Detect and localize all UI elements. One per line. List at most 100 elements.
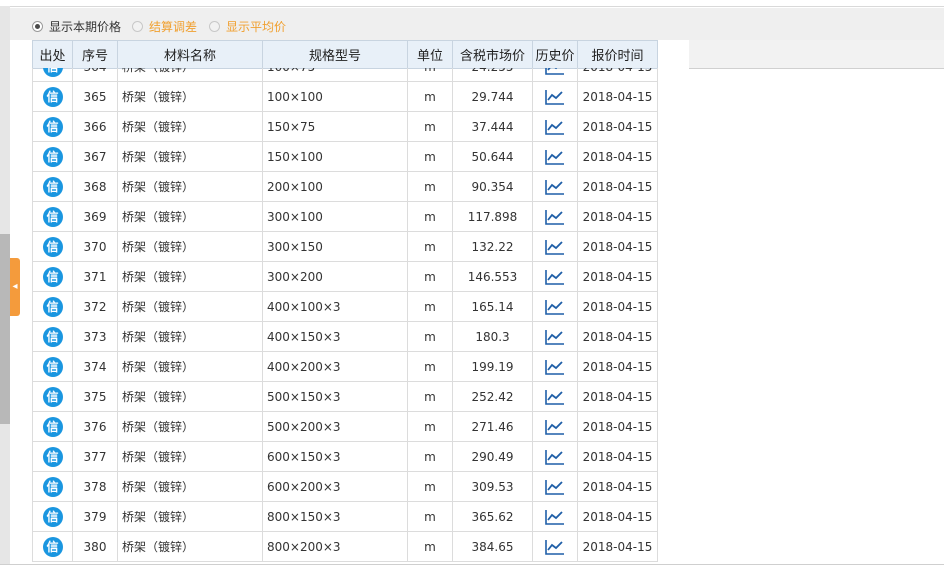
line-chart-icon[interactable] <box>545 119 565 135</box>
date-cell: 2018-04-15 <box>577 81 658 112</box>
price-cell: 384.65 <box>452 531 533 562</box>
table-row[interactable]: 信 364桥架（镀锌）100×75m24.255 2018-04-15 <box>32 68 658 82</box>
panel-toggle-chevron-left-icon[interactable]: ◂ <box>10 258 20 316</box>
option-average-price[interactable]: 显示平均价 <box>209 18 286 34</box>
date-cell: 2018-04-15 <box>577 141 658 172</box>
info-source-icon[interactable]: 信 <box>42 386 63 407</box>
option-current-price[interactable]: 显示本期价格 <box>32 18 121 34</box>
line-chart-icon[interactable] <box>545 68 565 75</box>
table-row[interactable]: 信 369 桥架（镀锌） 300×100 m 117.898 2018-04-15 <box>32 201 658 232</box>
seq-cell: 379 <box>72 501 118 532</box>
line-chart-icon[interactable] <box>545 89 565 105</box>
material-name-cell: 桥架（镀锌） <box>117 291 263 322</box>
source-cell: 信 <box>32 171 73 202</box>
line-chart-icon[interactable] <box>545 419 565 435</box>
seq-cell: 368 <box>72 171 118 202</box>
seq-cell: 364 <box>72 68 118 82</box>
info-source-icon[interactable]: 信 <box>42 356 63 377</box>
spec-cell: 300×200 <box>262 261 408 292</box>
seq-cell: 372 <box>72 291 118 322</box>
seq-cell: 374 <box>72 351 118 382</box>
column-header-seq[interactable]: 序号 <box>72 40 118 69</box>
line-chart-icon[interactable] <box>545 329 565 345</box>
info-source-icon[interactable]: 信 <box>42 68 63 77</box>
spec-cell: 200×100 <box>262 171 408 202</box>
date-cell: 2018-04-15 <box>577 441 658 472</box>
history-cell <box>532 441 578 472</box>
table-row[interactable]: 信 373 桥架（镀锌） 400×150×3 m 180.3 2018-04-15 <box>32 321 658 352</box>
info-source-icon[interactable]: 信 <box>42 446 63 467</box>
info-source-icon[interactable]: 信 <box>42 176 63 197</box>
table-row[interactable]: 信 377 桥架（镀锌） 600×150×3 m 290.49 2018-04-15 <box>32 441 658 472</box>
line-chart-icon[interactable] <box>545 179 565 195</box>
info-source-icon[interactable]: 信 <box>42 536 63 557</box>
info-source-icon[interactable]: 信 <box>42 206 63 227</box>
column-header-unit[interactable]: 单位 <box>407 40 453 69</box>
history-cell <box>532 68 578 82</box>
radio-unchecked-icon[interactable] <box>132 20 143 32</box>
spec-cell: 500×200×3 <box>262 411 408 442</box>
left-scrollbar[interactable] <box>0 6 10 566</box>
price-cell: 309.53 <box>452 471 533 502</box>
info-source-icon[interactable]: 信 <box>42 236 63 257</box>
table-row[interactable]: 信 378 桥架（镀锌） 600×200×3 m 309.53 2018-04-15 <box>32 471 658 502</box>
column-header-date[interactable]: 报价时间 <box>577 40 658 69</box>
info-source-icon[interactable]: 信 <box>42 296 63 317</box>
info-source-icon[interactable]: 信 <box>42 116 63 137</box>
info-source-icon[interactable]: 信 <box>42 476 63 497</box>
line-chart-icon[interactable] <box>545 509 565 525</box>
source-cell: 信 <box>32 141 73 172</box>
price-cell: 132.22 <box>452 231 533 262</box>
column-header-history[interactable]: 历史价 <box>532 40 578 69</box>
line-chart-icon[interactable] <box>545 539 565 555</box>
grid-body[interactable]: 信364桥架（镀锌）100×75m24.2552018-04-15信365桥架（… <box>32 68 944 562</box>
column-header-material-name[interactable]: 材料名称 <box>117 40 263 69</box>
price-cell: 199.19 <box>452 351 533 382</box>
radio-unchecked-icon[interactable] <box>209 20 220 32</box>
line-chart-icon[interactable] <box>545 239 565 255</box>
info-source-icon[interactable]: 信 <box>42 266 63 287</box>
info-source-icon[interactable]: 信 <box>42 506 63 527</box>
table-row[interactable]: 信 379 桥架（镀锌） 800×150×3 m 365.62 2018-04-15 <box>32 501 658 532</box>
line-chart-icon[interactable] <box>545 359 565 375</box>
info-source-icon[interactable]: 信 <box>42 326 63 347</box>
column-header-source[interactable]: 出处 <box>32 40 73 69</box>
table-row[interactable]: 信 374 桥架（镀锌） 400×200×3 m 199.19 2018-04-15 <box>32 351 658 382</box>
radio-checked-icon[interactable] <box>32 20 43 32</box>
seq-cell: 373 <box>72 321 118 352</box>
column-header-price[interactable]: 含税市场价 <box>452 40 533 69</box>
header-empty-area <box>689 40 944 69</box>
table-row[interactable]: 信 370 桥架（镀锌） 300×150 m 132.22 2018-04-15 <box>32 231 658 262</box>
date-cell: 2018-04-15 <box>577 111 658 142</box>
unit-cell: m <box>407 111 453 142</box>
table-row[interactable]: 信 366 桥架（镀锌） 150×75 m 37.444 2018-04-15 <box>32 111 658 142</box>
table-row[interactable]: 信 368 桥架（镀锌） 200×100 m 90.354 2018-04-15 <box>32 171 658 202</box>
spec-cell: 400×200×3 <box>262 351 408 382</box>
info-source-icon[interactable]: 信 <box>42 416 63 437</box>
line-chart-icon[interactable] <box>545 479 565 495</box>
table-row[interactable]: 信 380 桥架（镀锌） 800×200×3 m 384.65 2018-04-15 <box>32 531 658 562</box>
line-chart-icon[interactable] <box>545 209 565 225</box>
line-chart-icon[interactable] <box>545 299 565 315</box>
date-cell: 2018-04-15 <box>577 351 658 382</box>
info-source-icon[interactable]: 信 <box>42 146 63 167</box>
line-chart-icon[interactable] <box>545 269 565 285</box>
column-header-spec[interactable]: 规格型号 <box>262 40 408 69</box>
option-settlement-adjust[interactable]: 结算调差 <box>132 18 197 34</box>
line-chart-icon[interactable] <box>545 149 565 165</box>
scrollbar-thumb[interactable] <box>0 234 10 424</box>
table-row[interactable]: 信 375 桥架（镀锌） 500×150×3 m 252.42 2018-04-15 <box>32 381 658 412</box>
line-chart-icon[interactable] <box>545 389 565 405</box>
table-row[interactable]: 信 371 桥架（镀锌） 300×200 m 146.553 2018-04-15 <box>32 261 658 292</box>
line-chart-icon[interactable] <box>545 449 565 465</box>
seq-cell: 367 <box>72 141 118 172</box>
table-row[interactable]: 信 365 桥架（镀锌） 100×100 m 29.744 2018-04-15 <box>32 81 658 112</box>
history-cell <box>532 531 578 562</box>
info-source-icon[interactable]: 信 <box>42 86 63 107</box>
spec-cell: 600×150×3 <box>262 441 408 472</box>
table-row[interactable]: 信 367 桥架（镀锌） 150×100 m 50.644 2018-04-15 <box>32 141 658 172</box>
price-cell: 24.255 <box>452 68 533 82</box>
unit-cell: m <box>407 81 453 112</box>
table-row[interactable]: 信 376 桥架（镀锌） 500×200×3 m 271.46 2018-04-15 <box>32 411 658 442</box>
table-row[interactable]: 信 372 桥架（镀锌） 400×100×3 m 165.14 2018-04-15 <box>32 291 658 322</box>
